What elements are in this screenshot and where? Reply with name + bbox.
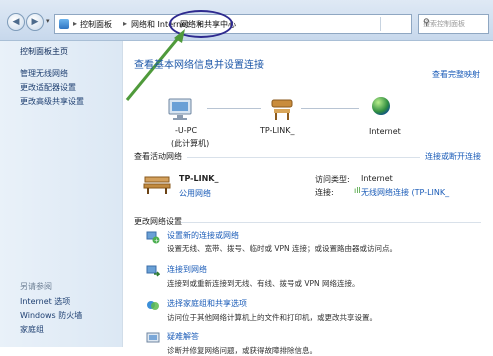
back-button[interactable]: ◀ — [7, 13, 25, 31]
task-troubleshoot[interactable]: 疑难解答 — [167, 331, 199, 342]
network-type-link[interactable]: 公用网络 — [179, 188, 211, 199]
internet-label: Internet — [369, 127, 401, 136]
access-type-label: 访问类型: — [315, 175, 350, 184]
main-content: 查看基本网络信息并设置连接 查看完整映射 -U-PC (此计算机) TP-LIN… — [123, 41, 493, 355]
breadcrumb-separator-icon: ▸ — [73, 19, 78, 28]
history-dropdown-icon[interactable]: ▾ — [46, 17, 50, 25]
see-also-windows-firewall[interactable]: Windows 防火墙 — [20, 310, 82, 321]
task-connect-to-network-desc: 连接到或重新连接到无线、有线、拨号或 VPN 网络连接。 — [167, 279, 360, 288]
divider — [187, 157, 420, 158]
computer-icon — [168, 98, 192, 120]
task-connect-to-network[interactable]: 连接到网络 — [167, 264, 207, 275]
new-connection-icon: + — [146, 231, 160, 245]
computer-name: -U-PC — [175, 126, 198, 135]
change-settings-label: 更改网络设置 — [134, 217, 182, 226]
sidebar: 控制面板主页 管理无线网络 更改适配器设置 更改高级共享设置 另请参阅 Inte… — [0, 41, 123, 347]
control-panel-icon — [59, 19, 69, 29]
sidebar-item-advanced-sharing[interactable]: 更改高级共享设置 — [20, 96, 84, 107]
search-box[interactable]: 搜索控制面板 ⚲ — [418, 14, 489, 34]
router-name: TP-LINK_ — [260, 126, 295, 135]
page-title: 查看基本网络信息并设置连接 — [134, 60, 264, 71]
computer-subtitle: (此计算机) — [171, 139, 210, 148]
map-connector — [207, 108, 261, 109]
task-homegroup-sharing-desc: 访问位于其他网络计算机上的文件和打印机，或更改共享设置。 — [167, 313, 377, 322]
network-name: TP-LINK_ — [179, 174, 219, 183]
wireless-connection-link[interactable]: 无线网络连接 (TP-LINK_ — [361, 187, 449, 198]
sidebar-item-control-panel-home[interactable]: 控制面板主页 — [20, 46, 68, 57]
map-connector — [301, 108, 359, 109]
address-dropdown-refresh[interactable] — [380, 17, 409, 31]
active-networks-label: 查看活动网络 — [134, 152, 182, 161]
view-full-map-link[interactable]: 查看完整映射 — [432, 69, 480, 80]
access-type-value: Internet — [361, 174, 393, 183]
see-also-label: 另请参阅 — [20, 282, 52, 291]
connect-disconnect-link[interactable]: 连接或断开连接 — [425, 151, 481, 162]
title-bar: ◀ ▶ ▾ ▸ 控制面板 ▸ 网络和 Internet ▸ 网络和共享中心 搜索… — [0, 0, 493, 41]
sidebar-item-change-adapter[interactable]: 更改适配器设置 — [20, 82, 76, 93]
connection-label: 连接: — [315, 188, 334, 197]
breadcrumb-separator-icon[interactable]: ▸ — [123, 19, 127, 28]
troubleshoot-icon — [146, 332, 160, 343]
divider — [181, 222, 481, 223]
sidebar-item-manage-wireless[interactable]: 管理无线网络 — [20, 68, 68, 79]
forward-button[interactable]: ▶ — [26, 13, 44, 31]
public-network-bench-icon — [143, 176, 171, 194]
svg-text:+: + — [154, 238, 159, 245]
router-icon — [271, 99, 293, 120]
see-also-internet-options[interactable]: Internet 选项 — [20, 296, 70, 307]
see-also-homegroup[interactable]: 家庭组 — [20, 324, 44, 335]
task-setup-new-connection[interactable]: 设置新的连接或网络 — [167, 230, 239, 241]
breadcrumb-control-panel[interactable]: 控制面板 — [80, 19, 112, 30]
search-icon[interactable]: ⚲ — [423, 18, 484, 28]
wifi-signal-icon: ıll — [354, 186, 361, 195]
address-bar[interactable]: ▸ 控制面板 ▸ 网络和 Internet ▸ 网络和共享中心 — [54, 14, 412, 34]
internet-globe-icon — [372, 97, 390, 115]
connect-to-network-icon — [146, 265, 160, 277]
task-setup-new-connection-desc: 设置无线、宽带、拨号、临时或 VPN 连接；或设置路由器或访问点。 — [167, 244, 398, 253]
task-homegroup-sharing[interactable]: 选择家庭组和共享选项 — [167, 298, 247, 309]
homegroup-icon — [147, 301, 159, 310]
